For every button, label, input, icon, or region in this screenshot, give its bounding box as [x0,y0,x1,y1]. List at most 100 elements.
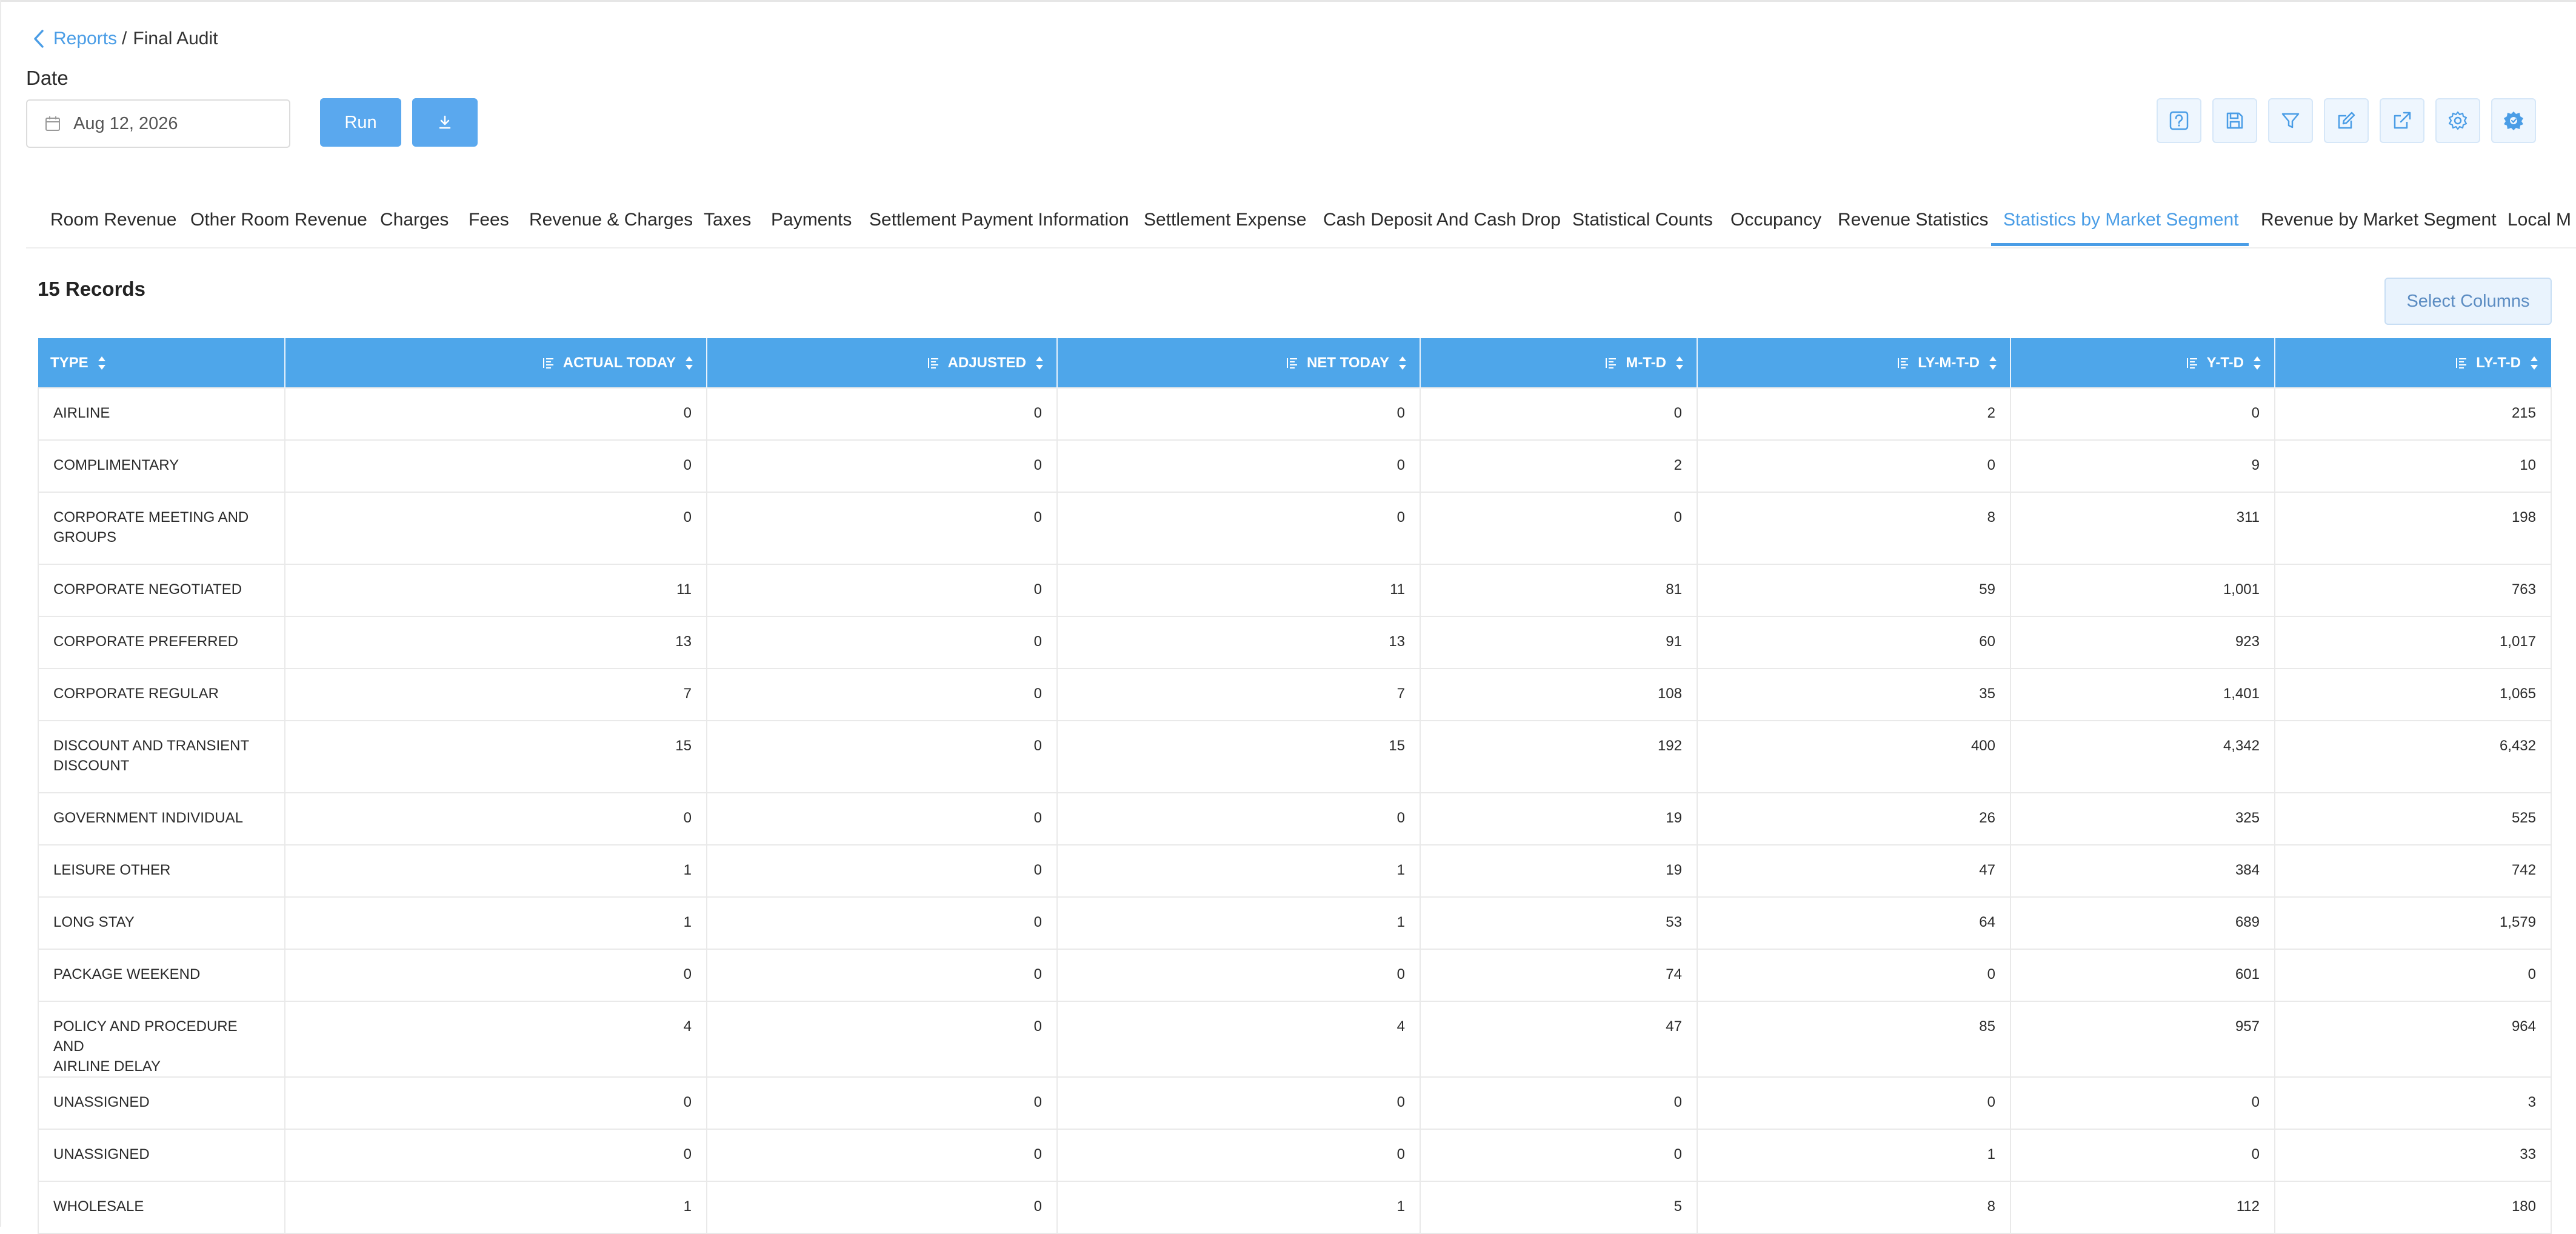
column-header-ly-m-t-d[interactable]: LY-M-T-D [1697,338,2011,388]
settings-icon [2446,108,2470,133]
tab-room-revenue[interactable]: Room Revenue [50,200,176,246]
cell-type: COMPLIMENTARY [38,439,285,493]
tab-statistical-counts[interactable]: Statistical Counts [1572,200,1713,246]
cell-type: CORPORATE REGULAR [38,668,285,721]
column-header-m-t-d[interactable]: M-T-D [1420,338,1698,388]
column-header-actual-today[interactable]: ACTUAL TODAY [285,338,707,388]
download-button[interactable] [412,98,478,147]
tab-fees[interactable]: Fees [469,200,509,246]
tab-cash-deposit-and-cash-drop[interactable]: Cash Deposit And Cash Drop [1323,200,1561,246]
tab-payments[interactable]: Payments [771,200,852,246]
column-header-type[interactable]: TYPE [38,338,285,388]
table-row[interactable]: AIRLINE 0 0 0 0 2 0 215 [38,387,2552,441]
table-row[interactable]: UNASSIGNED 0 0 0 0 0 0 3 [38,1076,2552,1130]
cell-type: CORPORATE NEGOTIATED [38,564,285,617]
cell-net-today: 0 [1056,1076,1421,1130]
tab-revenue-by-market-segment[interactable]: Revenue by Market Segment [2261,200,2497,246]
table-row[interactable]: LEISURE OTHER 1 0 1 19 47 384 742 [38,844,2552,898]
table-row[interactable]: POLICY AND PROCEDURE AND AIRLINE DELAY 4 0 4… [38,1001,2552,1078]
cell-m-t-d: 19 [1420,844,1698,898]
cell-adjusted: 0 [706,1181,1058,1234]
sort-icon[interactable] [2529,354,2539,372]
tab-revenue-statistics[interactable]: Revenue Statistics [1838,200,1988,246]
column-resize-icon[interactable] [1897,356,1909,370]
column-resize-icon[interactable] [2455,356,2468,370]
cell-ly-m-t-d: 0 [1697,439,2011,493]
help-button[interactable] [2157,98,2201,143]
sort-icon[interactable] [1675,354,1684,372]
advanced-settings-button[interactable] [2491,98,2536,143]
cell-type: UNASSIGNED [38,1129,285,1182]
tab-statistics-by-market-segment[interactable]: Statistics by Market Segment [1991,200,2249,246]
cell-m-t-d: 2 [1420,439,1698,493]
sort-icon[interactable] [2252,354,2262,372]
sort-icon[interactable] [684,354,694,372]
sort-icon[interactable] [1398,354,1407,372]
cell-y-t-d: 689 [2010,896,2275,950]
cell-y-t-d: 0 [2010,1076,2275,1130]
breadcrumb-reports-link[interactable]: Reports [53,28,117,49]
sort-icon[interactable] [97,354,107,372]
cell-y-t-d: 0 [2010,387,2275,441]
cell-adjusted: 0 [706,1129,1058,1182]
column-resize-icon[interactable] [927,356,939,370]
report-tabs: Room Revenue Other Room Revenue Charges … [26,200,2576,248]
tab-local-m[interactable]: Local M [2508,200,2571,246]
cell-net-today: 0 [1056,1129,1421,1182]
cell-adjusted: 0 [706,792,1058,845]
date-value: Aug 12, 2026 [73,113,178,133]
tab-settlement-expense[interactable]: Settlement Expense [1144,200,1307,246]
table-row[interactable]: CORPORATE REGULAR 7 0 7 108 35 1,401 1,065 [38,668,2552,721]
cell-adjusted: 0 [706,668,1058,721]
tab-occupancy[interactable]: Occupancy [1730,200,1821,246]
filter-button[interactable] [2268,98,2313,143]
column-header-adjusted[interactable]: ADJUSTED [707,338,1058,388]
select-columns-button[interactable]: Select Columns [2384,278,2552,325]
table-row[interactable]: CORPORATE NEGOTIATED 11 0 11 81 59 1,001 763 [38,564,2552,617]
table-row[interactable]: PACKAGE WEEKEND 0 0 0 74 0 601 0 [38,949,2552,1002]
cell-y-t-d: 112 [2010,1181,2275,1234]
sort-icon[interactable] [1988,354,1998,372]
column-header-net-today[interactable]: NET TODAY [1057,338,1421,388]
sort-icon[interactable] [1035,354,1044,372]
table-row[interactable]: CORPORATE PREFERRED 13 0 13 91 60 923 1,017 [38,616,2552,669]
cell-actual-today: 1 [284,896,707,950]
settings-button[interactable] [2435,98,2480,143]
table-row[interactable]: GOVERNMENT INDIVIDUAL 0 0 0 19 26 325 525 [38,792,2552,845]
save-report-button[interactable] [2212,98,2257,143]
open-external-button[interactable] [2380,98,2424,143]
breadcrumb-current: Final Audit [133,28,218,48]
column-header-ly-t-d[interactable]: LY-T-D [2275,338,2551,388]
table-row[interactable]: DISCOUNT AND TRANSIENT DISCOUNT 15 0 15 192 40… [38,720,2552,793]
table-row[interactable]: CORPORATE MEETING AND GROUPS 0 0 0 0 8 311 198 [38,492,2552,565]
cell-ly-t-d: 1,017 [2274,616,2552,669]
run-button[interactable]: Run [320,98,401,147]
tab-charges[interactable]: Charges [380,200,449,246]
date-picker-input[interactable]: Aug 12, 2026 [26,99,290,148]
table-row[interactable]: COMPLIMENTARY 0 0 0 2 0 9 10 [38,439,2552,493]
cell-y-t-d: 9 [2010,439,2275,493]
tab-taxes[interactable]: Taxes [704,200,751,246]
breadcrumb-separator: / [122,28,127,48]
tab-other-room-revenue[interactable]: Other Room Revenue [190,200,367,246]
edit-button[interactable] [2324,98,2369,143]
cell-type: LONG STAY [38,896,285,950]
cell-net-today: 1 [1056,844,1421,898]
cell-y-t-d: 601 [2010,949,2275,1002]
column-resize-icon[interactable] [542,356,555,370]
column-resize-icon[interactable] [1605,356,1617,370]
cell-ly-t-d: 180 [2274,1181,2552,1234]
chevron-left-icon[interactable] [33,27,48,51]
column-header-y-t-d[interactable]: Y-T-D [2010,338,2275,388]
table-row[interactable]: UNASSIGNED 0 0 0 0 1 0 33 [38,1129,2552,1182]
table-row[interactable]: LONG STAY 1 0 1 53 64 689 1,579 [38,896,2552,950]
tab-revenue-and-charges[interactable]: Revenue & Charges [529,200,693,246]
table-row[interactable]: WHOLESALE 1 0 1 5 8 112 180 [38,1181,2552,1234]
cell-actual-today: 0 [284,1076,707,1130]
cell-m-t-d: 53 [1420,896,1698,950]
column-resize-icon[interactable] [1286,356,1298,370]
column-resize-icon[interactable] [2186,356,2198,370]
tab-settlement-payment-information[interactable]: Settlement Payment Information [869,200,1129,246]
cell-ly-m-t-d: 47 [1697,844,2011,898]
cell-ly-t-d: 3 [2274,1076,2552,1130]
